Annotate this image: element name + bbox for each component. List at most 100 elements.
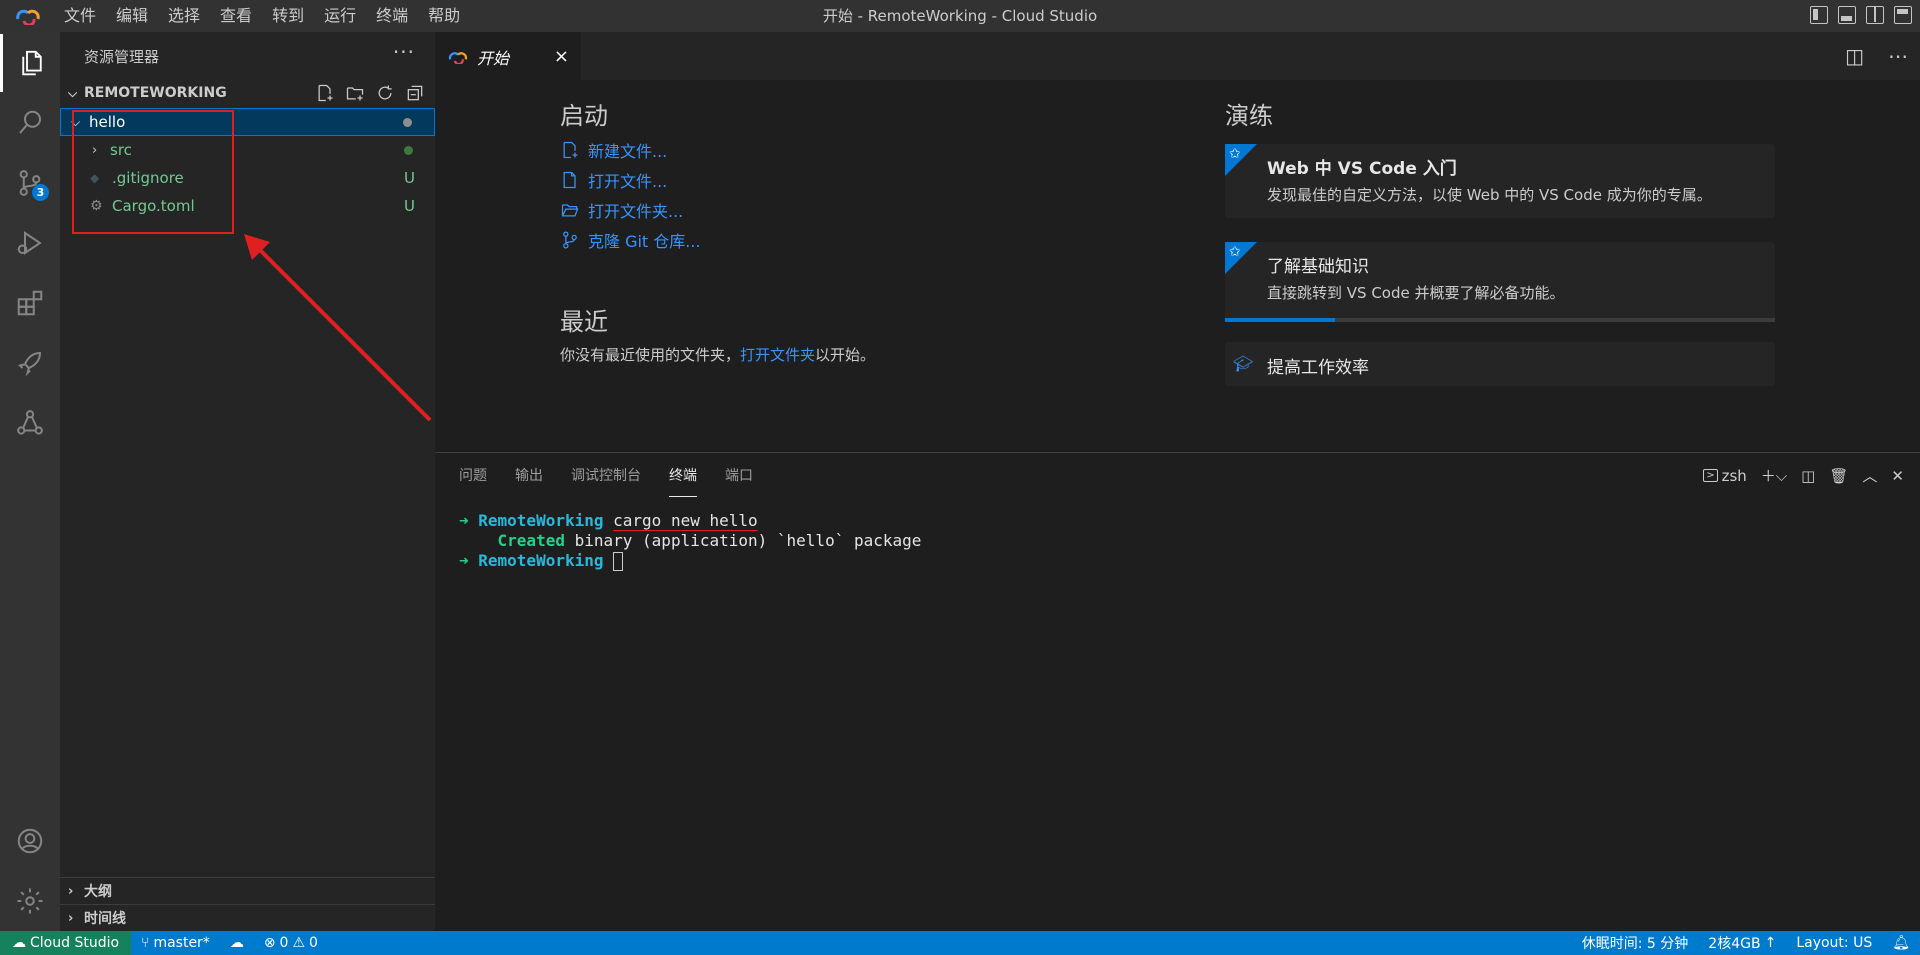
more-actions-icon[interactable]: ⋯	[1888, 44, 1908, 68]
explorer-icon[interactable]	[0, 34, 60, 92]
terminal-output[interactable]: ➜ RemoteWorking cargo new hello Created …	[459, 511, 921, 571]
open-folder-link[interactable]: 打开文件夹...	[560, 198, 683, 222]
tab-welcome[interactable]: 开始 ×	[435, 32, 581, 80]
editor-area: 开始 × ◫ ⋯ 启动 新建文件... 打开文件... 打开文件夹... 克隆 …	[435, 32, 1920, 452]
cloud-studio-logo-icon[interactable]	[14, 0, 44, 32]
menu-run[interactable]: 运行	[314, 0, 366, 32]
git-status-u: U	[404, 197, 415, 215]
refresh-icon[interactable]	[375, 83, 395, 103]
activity-bar: 3	[0, 32, 60, 931]
link-label: 克隆 Git 仓库...	[588, 232, 701, 251]
sync-indicator[interactable]: ☁︎	[220, 931, 254, 955]
folder-actions	[315, 82, 425, 104]
split-editor-icon[interactable]: ◫	[1845, 44, 1864, 68]
walkthrough-card-web[interactable]: ✩ Web 中 VS Code 入门 发现最佳的自定义方法，以使 Web 中的 …	[1225, 144, 1775, 218]
bottom-panel: 问题 输出 调试控制台 终端 端口 > zsh ＋⌵ ◫ 🗑︎ ︿ ✕ ➜ Re…	[435, 452, 1920, 931]
open-file-link[interactable]: 打开文件...	[560, 168, 667, 192]
extensions-icon[interactable]	[0, 274, 60, 332]
error-count: 0	[279, 935, 289, 951]
branch-label: master*	[153, 935, 210, 951]
menu-terminal[interactable]: 终端	[366, 0, 418, 32]
tab-debug-console[interactable]: 调试控制台	[571, 453, 641, 497]
sleep-timer[interactable]: 休眠时间: 5 分钟	[1572, 931, 1699, 955]
source-control-icon[interactable]: 3	[0, 154, 60, 212]
cloud-sync-icon: ☁︎	[229, 935, 244, 951]
timeline-section[interactable]: › 时间线	[60, 904, 435, 931]
account-icon[interactable]	[0, 812, 60, 870]
editor-tabs: 开始 × ◫ ⋯	[435, 32, 1920, 80]
remote-indicator[interactable]: ☁︎ Cloud Studio	[0, 931, 132, 955]
link-label: 新建文件...	[588, 142, 668, 161]
recent-text-after: 以开始。	[815, 346, 876, 364]
cloud-nodes-icon[interactable]	[0, 394, 60, 452]
upgrade-arrow-icon: ↑	[1764, 935, 1777, 951]
customize-layout-icon[interactable]	[1894, 6, 1912, 24]
keyboard-layout[interactable]: Layout: US	[1786, 931, 1882, 955]
problems-indicator[interactable]: ⊗ 0 ⚠ 0	[254, 931, 328, 955]
open-folder-inline-link[interactable]: 打开文件夹	[740, 346, 815, 364]
walkthrough-card-basics[interactable]: ✩ 了解基础知识 直接跳转到 VS Code 并概要了解必备功能。	[1225, 242, 1775, 322]
tab-ports[interactable]: 端口	[725, 453, 753, 497]
settings-gear-icon[interactable]	[0, 872, 60, 930]
new-folder-icon[interactable]	[345, 83, 365, 103]
machine-spec[interactable]: 2核4GB ↑	[1698, 931, 1786, 955]
new-file-link[interactable]: 新建文件...	[560, 138, 667, 162]
walkthrough-card-productivity[interactable]: 🎓︎ 提高工作效率	[1225, 342, 1775, 386]
folder-name: REMOTEWORKING	[84, 85, 227, 101]
outline-section[interactable]: › 大纲	[60, 877, 435, 904]
maximize-panel-icon[interactable]: ︿	[1862, 465, 1877, 486]
clone-repo-link[interactable]: 克隆 Git 仓库...	[560, 228, 701, 252]
more-actions-icon[interactable]: ···	[393, 40, 415, 64]
panel-actions: > zsh ＋⌵ ◫ 🗑︎ ︿ ✕	[1703, 465, 1904, 486]
menu-help[interactable]: 帮助	[418, 0, 470, 32]
card-desc: 发现最佳的自定义方法，以使 Web 中的 VS Code 成为你的专属。	[1267, 186, 1712, 204]
menu-selection[interactable]: 选择	[158, 0, 210, 32]
prompt-dir: RemoteWorking	[478, 551, 604, 570]
git-branch-icon	[563, 231, 577, 249]
star-icon: ✩	[1229, 146, 1241, 162]
toggle-secondary-sidebar-icon[interactable]	[1866, 6, 1884, 24]
card-desc: 直接跳转到 VS Code 并概要了解必备功能。	[1267, 284, 1565, 302]
cloud-studio-icon: ☁︎	[12, 935, 26, 951]
menu-go[interactable]: 转到	[262, 0, 314, 32]
link-label: 打开文件夹...	[588, 202, 684, 221]
card-title: 提高工作效率	[1267, 358, 1369, 378]
branch-indicator[interactable]: ⑂ master*	[131, 931, 220, 955]
warning-count: 0	[309, 935, 318, 951]
menu-view[interactable]: 查看	[210, 0, 262, 32]
notifications-bell-icon[interactable]: 🔔︎	[1882, 931, 1920, 955]
star-icon: ✩	[1229, 244, 1241, 260]
run-debug-icon[interactable]	[0, 214, 60, 272]
title-bar: 文件 编辑 选择 查看 转到 运行 终端 帮助 开始 - RemoteWorki…	[0, 0, 1920, 32]
explorer-sidebar: 资源管理器 ··· ⌵ REMOTEWORKING ⌵ hello › src …	[60, 32, 435, 931]
close-icon[interactable]: ×	[554, 46, 569, 67]
scm-badge: 3	[32, 184, 49, 201]
tab-output[interactable]: 输出	[515, 453, 543, 497]
panel-tabs: 问题 输出 调试控制台 终端 端口 > zsh ＋⌵ ◫ 🗑︎ ︿ ✕	[435, 453, 1920, 497]
tab-problems[interactable]: 问题	[459, 453, 487, 497]
close-panel-icon[interactable]: ✕	[1891, 467, 1904, 485]
search-icon[interactable]	[0, 94, 60, 152]
machine-label: 2核4GB	[1708, 936, 1761, 952]
outline-label: 大纲	[84, 884, 112, 900]
collapse-all-icon[interactable]	[405, 83, 425, 103]
terminal-shell-selector[interactable]: > zsh	[1703, 467, 1747, 485]
prompt-arrow-icon: ➜	[459, 551, 479, 570]
menu-file[interactable]: 文件	[54, 0, 106, 32]
folder-section-header[interactable]: ⌵ REMOTEWORKING	[60, 82, 435, 104]
tab-terminal[interactable]: 终端	[669, 453, 697, 497]
recent-heading: 最近	[560, 308, 608, 336]
explorer-header: 资源管理器 ···	[60, 32, 435, 80]
terminal-icon: >	[1703, 469, 1718, 482]
toggle-panel-icon[interactable]	[1838, 6, 1856, 24]
trash-icon[interactable]: 🗑︎	[1829, 467, 1848, 485]
toggle-sidebar-icon[interactable]	[1810, 6, 1828, 24]
menu-edit[interactable]: 编辑	[106, 0, 158, 32]
rocket-icon[interactable]	[0, 334, 60, 392]
error-icon: ⊗	[263, 935, 276, 951]
split-terminal-icon[interactable]: ◫	[1801, 467, 1815, 485]
walkthroughs-heading: 演练	[1225, 102, 1273, 130]
recent-text: 你没有最近使用的文件夹，打开文件夹以开始。	[560, 344, 875, 365]
new-file-icon[interactable]	[315, 83, 335, 103]
new-terminal-icon[interactable]: ＋⌵	[1761, 465, 1787, 486]
